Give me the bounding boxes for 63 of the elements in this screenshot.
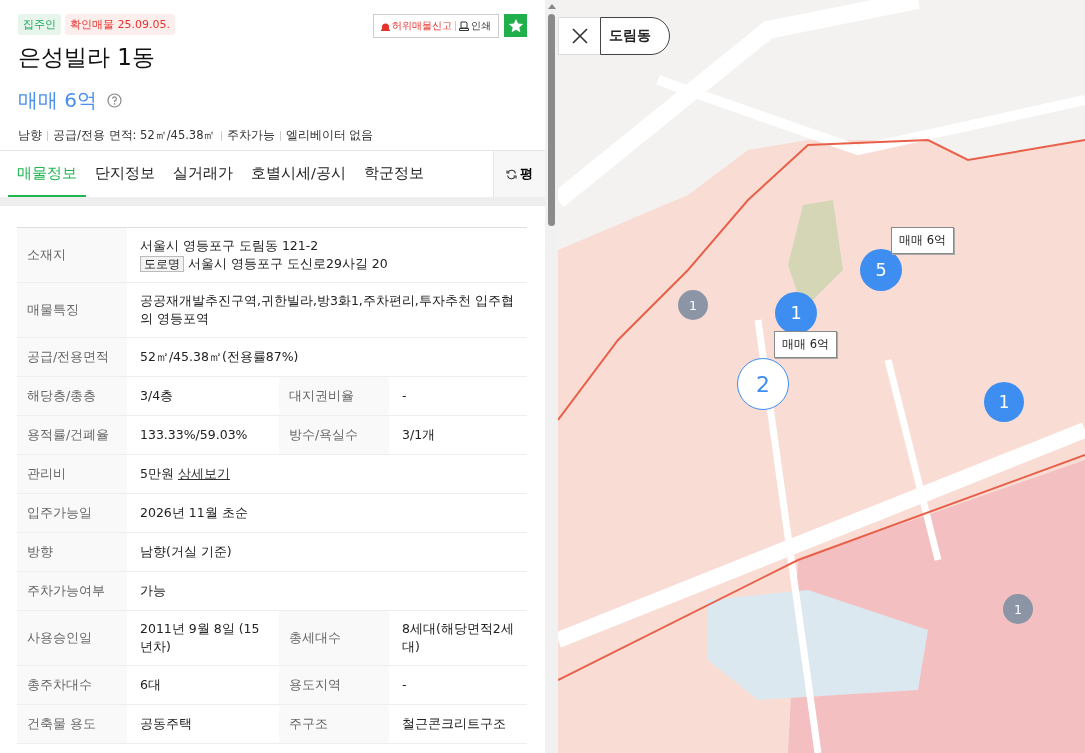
field-value: - bbox=[402, 388, 407, 403]
field-value: - bbox=[402, 677, 407, 692]
tab[interactable]: 학군정보 bbox=[354, 151, 433, 197]
field-value: 3/1개 bbox=[402, 427, 436, 442]
field-label: 총세대수 bbox=[279, 611, 389, 665]
refresh-icon bbox=[506, 168, 517, 180]
field-value: 6대 bbox=[140, 677, 161, 692]
field-value: 가능 bbox=[140, 583, 166, 598]
favorite-button[interactable] bbox=[504, 14, 527, 37]
close-button[interactable] bbox=[558, 17, 600, 55]
summary-item: 주차가능 bbox=[226, 128, 275, 143]
field-value: 133.33%/59.03% bbox=[140, 427, 248, 442]
field-value: 공동주택 bbox=[140, 716, 192, 731]
tab[interactable]: 호별시세/공시 bbox=[242, 151, 355, 197]
field-value: 공공재개발추진구역,귀한빌라,방3화1,주차편리,투자추천 입주협의 영등포역 bbox=[140, 293, 514, 326]
field-value: 3/4층 bbox=[140, 388, 174, 403]
field-value: 52㎡/45.38㎡(전용률87%) bbox=[140, 349, 299, 364]
printer-icon bbox=[459, 21, 469, 31]
price-text: 매매 6억 bbox=[18, 87, 98, 114]
summary-item: 공급/전용 면적: 52㎡/45.38㎡ bbox=[53, 128, 216, 143]
field-label: 공급/전용면적 bbox=[17, 338, 127, 376]
field-value: 8세대(해당면적2세대) bbox=[402, 621, 514, 654]
verified-tag: 확인매물 25.09.05. bbox=[65, 14, 175, 35]
field-label: 입주가능일 bbox=[17, 494, 127, 532]
region-chip[interactable]: 도림동 bbox=[600, 17, 670, 55]
field-label: 주구조 bbox=[279, 705, 389, 743]
tab[interactable]: 단지정보 bbox=[86, 151, 164, 197]
field-label: 용적률/건폐율 bbox=[17, 416, 127, 454]
field-label: 방수/욕실수 bbox=[279, 416, 389, 454]
field-label: 해당층/총층 bbox=[17, 377, 127, 415]
summary-item: 엘리베이터 없음 bbox=[285, 128, 374, 143]
field-label: 용도지역 bbox=[279, 666, 389, 704]
price-tag[interactable]: 매매 6억 bbox=[774, 331, 837, 358]
field-label: 주차가능여부 bbox=[17, 572, 127, 610]
field-value: 서울시 영등포구 도신로29사길 20 bbox=[188, 256, 388, 271]
field-label: 대지권비율 bbox=[279, 377, 389, 415]
owner-tag: 집주인 bbox=[18, 14, 61, 35]
field-value: 2026년 11월 초순 bbox=[140, 505, 248, 520]
field-value: 남향(거실 기준) bbox=[140, 544, 232, 559]
road-name-badge: 도로명 bbox=[140, 256, 184, 272]
field-label: 관리비 bbox=[17, 455, 127, 493]
print-button[interactable]: 인쇄 bbox=[456, 19, 494, 33]
details-link[interactable]: 상세보기 bbox=[177, 466, 230, 481]
tab[interactable]: 실거래가 bbox=[164, 151, 242, 197]
report-button[interactable]: 허위매물신고 bbox=[378, 19, 455, 33]
field-value: 2011년 9월 8일 (15년차) bbox=[140, 621, 260, 654]
unit-toggle-button[interactable]: 평 bbox=[493, 151, 545, 197]
field-label: 사용승인일 bbox=[17, 611, 127, 665]
help-icon[interactable] bbox=[107, 93, 123, 108]
field-value: 5만원 bbox=[140, 466, 174, 481]
listing-title: 은성빌라 1동 bbox=[18, 43, 156, 72]
field-label: 총주차대수 bbox=[17, 666, 127, 704]
field-label: 소재지 bbox=[17, 228, 127, 282]
scrollbar[interactable] bbox=[545, 0, 558, 753]
siren-icon bbox=[381, 21, 390, 31]
field-value: 서울시 영등포구 도림동 121-2 bbox=[140, 238, 319, 253]
field-label: 방향 bbox=[17, 533, 127, 571]
field-label: 매물특징 bbox=[17, 283, 127, 337]
summary-item: 남향 bbox=[18, 128, 42, 143]
price-tag[interactable]: 매매 6억 bbox=[891, 227, 954, 254]
close-icon bbox=[570, 27, 589, 45]
field-label: 건축물 용도 bbox=[17, 705, 127, 743]
field-value: 철근콘크리트구조 bbox=[402, 716, 506, 731]
